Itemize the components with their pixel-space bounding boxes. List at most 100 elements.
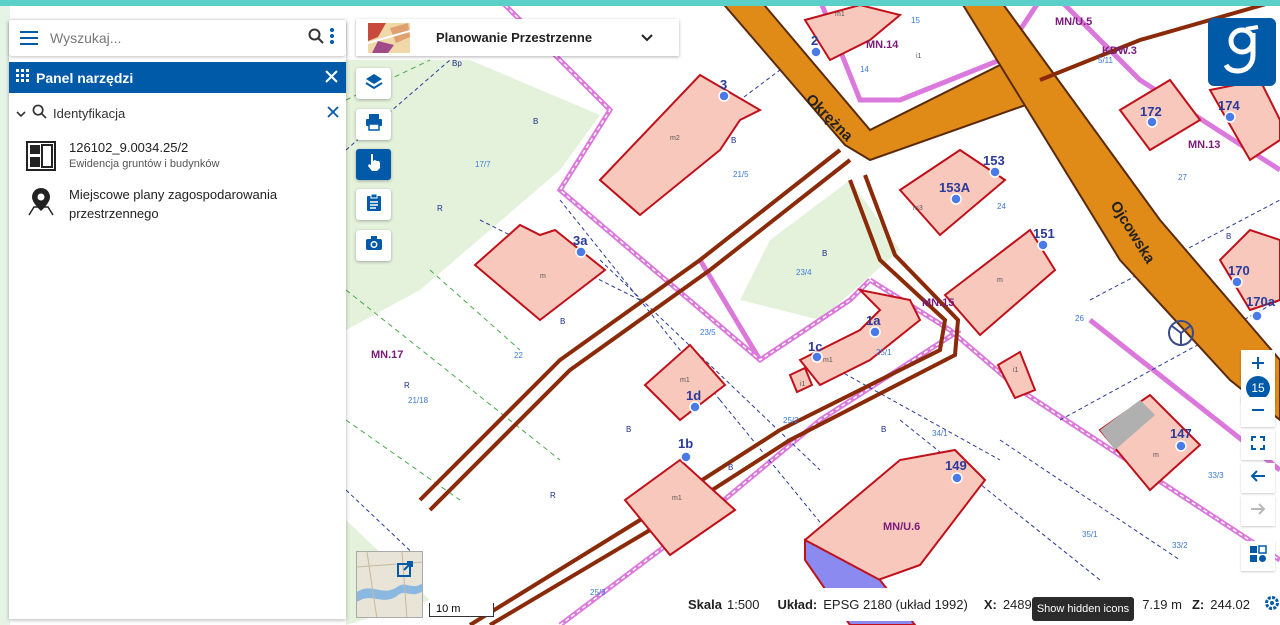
svg-text:MN.17: MN.17 — [371, 349, 403, 361]
status-bar: Skala 1:500 Układ: EPSG 2180 (układ 1992… — [683, 588, 1280, 621]
layer-selector-dropdown[interactable]: Planowanie Przestrzenne — [356, 19, 679, 56]
open-external-icon[interactable] — [397, 561, 413, 582]
identification-section[interactable]: Identyfikacja — [9, 100, 346, 126]
svg-text:5/11: 5/11 — [1098, 56, 1114, 65]
next-extent-button[interactable] — [1241, 496, 1275, 526]
layers-button[interactable] — [356, 68, 391, 99]
plan-thumbnail-icon — [367, 22, 411, 53]
minus-icon — [1251, 403, 1265, 422]
map-tools-icon — [1249, 544, 1267, 568]
svg-text:MN/U.5: MN/U.5 — [1055, 16, 1092, 28]
geoportal-logo[interactable] — [1208, 18, 1276, 86]
scale-value[interactable]: 1:500 — [727, 597, 760, 612]
svg-text:MN.15: MN.15 — [922, 297, 954, 309]
apps-grid-icon — [16, 69, 30, 86]
y-coord-value: 7.19 m — [1142, 597, 1182, 612]
svg-text:B: B — [728, 463, 733, 472]
print-icon — [365, 113, 383, 136]
svg-text:B: B — [533, 117, 538, 126]
overview-minimap[interactable] — [356, 551, 423, 618]
crs-label: Układ: — [777, 597, 818, 612]
svg-text:m2: m2 — [670, 135, 680, 142]
identification-label: Identyfikacja — [53, 105, 126, 121]
search-input[interactable]: Wyszukaj... — [50, 30, 308, 46]
svg-text:R: R — [437, 204, 443, 213]
search-icon[interactable] — [308, 28, 324, 49]
more-options-icon[interactable] — [330, 27, 334, 49]
settings-gear-icon[interactable] — [1264, 595, 1280, 614]
svg-text:i1: i1 — [1013, 367, 1019, 374]
previous-extent-button[interactable] — [1241, 463, 1275, 493]
svg-text:i1: i1 — [800, 381, 806, 388]
svg-text:1a: 1a — [866, 313, 881, 328]
svg-text:34/1: 34/1 — [932, 429, 948, 438]
svg-text:m1: m1 — [680, 377, 690, 384]
svg-text:153: 153 — [983, 153, 1005, 168]
svg-text:25/1: 25/1 — [876, 348, 892, 357]
svg-text:m: m — [540, 273, 546, 280]
svg-text:14: 14 — [860, 65, 869, 74]
result-item-plans[interactable]: Miejscowe plany zagospodarowania przestr… — [25, 185, 299, 223]
print-button[interactable] — [356, 109, 391, 140]
chevron-down-icon[interactable] — [641, 29, 653, 47]
menu-icon[interactable] — [20, 31, 38, 45]
svg-text:Bp: Bp — [452, 59, 462, 68]
plus-icon — [1251, 356, 1265, 375]
svg-text:B: B — [626, 425, 631, 434]
search-bar[interactable]: Wyszukaj... — [9, 20, 346, 56]
svg-text:R: R — [550, 491, 556, 500]
svg-text:33/3: 33/3 — [1208, 471, 1224, 480]
identify-button[interactable] — [356, 149, 391, 180]
result-title: 126102_9.0034.25/2 — [69, 140, 189, 155]
svg-text:B: B — [560, 317, 565, 326]
tool-panel-title: Panel narzędzi — [36, 69, 134, 86]
svg-text:15: 15 — [911, 16, 920, 25]
close-identification-icon[interactable] — [327, 105, 339, 121]
pointer-hand-icon — [365, 152, 383, 177]
svg-text:24: 24 — [997, 202, 1006, 211]
svg-text:1b: 1b — [678, 436, 693, 451]
arrow-right-icon — [1250, 502, 1266, 521]
svg-text:25/2: 25/2 — [783, 416, 799, 425]
layers-icon — [364, 72, 383, 95]
svg-text:B: B — [1226, 232, 1231, 241]
fullscreen-button[interactable] — [1241, 430, 1275, 460]
svg-text:147: 147 — [1170, 426, 1192, 441]
svg-text:MN.14: MN.14 — [866, 39, 899, 51]
svg-text:27: 27 — [1178, 173, 1187, 182]
layer-selector-label: Planowanie Przestrzenne — [436, 30, 593, 45]
svg-text:R: R — [404, 381, 410, 390]
svg-text:1c: 1c — [808, 339, 822, 354]
screenshot-button[interactable] — [356, 230, 391, 261]
svg-text:174: 174 — [1218, 98, 1240, 113]
svg-text:m1: m1 — [672, 495, 682, 502]
result-title: Miejscowe plany zagospodarowania przestr… — [69, 187, 278, 221]
svg-text:172: 172 — [1140, 104, 1162, 119]
z-coord-label: Z: — [1191, 597, 1205, 612]
svg-text:B: B — [881, 425, 886, 434]
clipboard-button[interactable] — [356, 189, 391, 220]
close-panel-icon[interactable] — [325, 69, 338, 86]
svg-text:23/5: 23/5 — [700, 328, 716, 337]
result-item-parcel[interactable]: 126102_9.0034.25/2 Ewidencja gruntów i b… — [25, 140, 219, 172]
svg-text:MN/U.6: MN/U.6 — [883, 521, 920, 533]
chevron-down-icon[interactable] — [16, 106, 26, 121]
crs-value[interactable]: EPSG 2180 (układ 1992) — [823, 597, 968, 612]
svg-text:35/1: 35/1 — [1082, 530, 1098, 539]
parcel-layer-icon — [25, 140, 57, 172]
map-pin-icon — [25, 185, 57, 217]
svg-text:21/5: 21/5 — [733, 170, 749, 179]
scale-bar: 10 m — [429, 603, 494, 617]
map-tools-button[interactable] — [1241, 541, 1275, 571]
svg-text:22: 22 — [514, 351, 523, 360]
svg-text:3: 3 — [720, 77, 727, 92]
clipboard-icon — [366, 193, 382, 216]
zoom-out-button[interactable] — [1241, 397, 1275, 427]
svg-text:MN.13: MN.13 — [1188, 139, 1220, 151]
svg-text:B: B — [731, 136, 736, 145]
svg-text:149: 149 — [945, 458, 967, 473]
svg-text:1d: 1d — [686, 388, 701, 403]
svg-text:151: 151 — [1033, 226, 1055, 241]
tooltip: Show hidden icons — [1032, 597, 1134, 621]
svg-text:170: 170 — [1228, 263, 1250, 278]
